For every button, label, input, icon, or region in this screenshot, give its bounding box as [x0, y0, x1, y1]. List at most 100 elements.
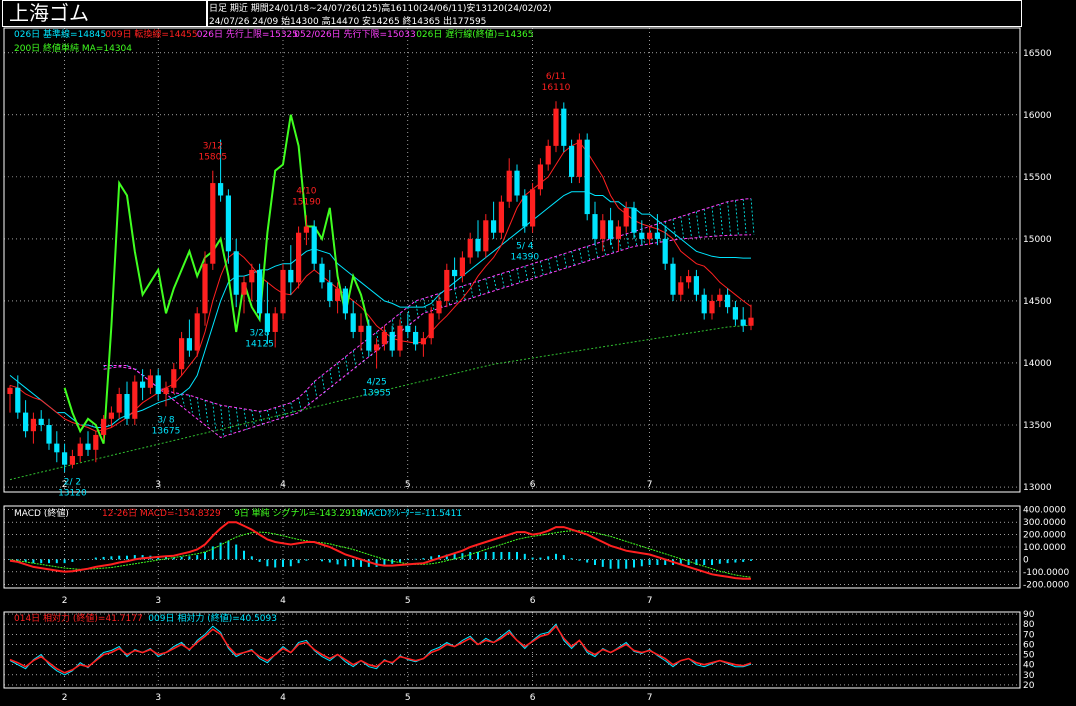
rsi-legend-0: 014日 相対力 (終値)=41.7177	[14, 612, 143, 624]
candle-body	[467, 238, 473, 258]
price-xtick-5: 5	[405, 480, 411, 490]
kumo-hatch	[696, 211, 700, 238]
kumo-hatch	[493, 276, 497, 292]
candle-body	[444, 269, 450, 301]
candle-body	[147, 375, 153, 388]
candle-body	[311, 226, 317, 264]
annotation-value-3: 14125	[245, 340, 274, 350]
annotation-value-7: 16110	[542, 83, 571, 93]
kumo-hatch	[313, 381, 318, 401]
candle-body	[740, 319, 746, 326]
candle-body	[202, 263, 208, 314]
candle-body	[725, 294, 731, 308]
kumo-hatch	[571, 251, 575, 267]
kumo-hatch	[352, 350, 357, 370]
candle-body	[608, 220, 614, 239]
kumo-hatch	[290, 402, 295, 416]
candle-body	[62, 452, 68, 465]
annotation-date-3: 3/28	[249, 329, 269, 339]
macd-ytick--200: -200.0000	[1023, 580, 1069, 590]
candle-body	[296, 232, 302, 283]
candle-body	[483, 220, 489, 252]
rsi-ytick-60: 60	[1023, 640, 1035, 650]
price-ytick-16000: 16000	[1023, 111, 1052, 121]
candle-body	[358, 325, 364, 332]
candle-body	[93, 434, 99, 450]
candle-body	[381, 331, 387, 345]
ichimoku-legend-3: 052/026日 先行下限=15033	[294, 28, 415, 40]
candle-body	[163, 387, 169, 394]
candle-body	[272, 313, 278, 332]
candle-body	[366, 325, 372, 351]
macd-xtick-4: 4	[280, 596, 286, 606]
kumo-hatch	[711, 206, 716, 237]
candle-body	[280, 269, 286, 314]
kumo-hatch	[220, 405, 224, 438]
kumo-hatch	[243, 408, 248, 431]
macd-ytick-300: 300.0000	[1023, 518, 1066, 528]
candle-body	[498, 201, 504, 233]
rsi14-line	[9, 624, 752, 674]
rsi-xtick-7: 7	[647, 693, 653, 703]
rsi-xtick-5: 5	[405, 693, 411, 703]
annotation-value-4: 15190	[292, 197, 321, 207]
price-ytick-15000: 15000	[1023, 235, 1052, 245]
candle-body	[701, 294, 707, 314]
candle-body	[686, 276, 692, 283]
rsi-xtick-2: 2	[62, 693, 68, 703]
kumo-hatch	[228, 406, 232, 435]
candle-body	[428, 313, 434, 339]
kumo-hatch	[594, 243, 599, 259]
candle-body	[514, 170, 520, 196]
rsi-ytick-70: 70	[1023, 630, 1035, 640]
annotation-value-2: 15805	[198, 153, 227, 163]
candle-body	[459, 257, 465, 277]
macd-legend-0: 12-26日 MACD=-154.8329	[102, 508, 221, 519]
candle-body	[452, 269, 458, 277]
kumo-hatch	[524, 266, 529, 282]
candle-body	[561, 108, 567, 146]
kumo-hatch	[485, 278, 490, 294]
ichimoku-legend-0: 026日 基準線=14845	[14, 28, 106, 40]
candle-body	[350, 313, 356, 332]
kumo-hatch	[345, 356, 349, 376]
candle-body	[475, 238, 481, 252]
candle-body	[600, 220, 606, 239]
macd-ytick-400: 400.0000	[1023, 506, 1066, 516]
candle-body	[171, 369, 177, 388]
candle-body	[15, 387, 21, 413]
candle-body	[101, 418, 107, 435]
annotation-date-0: 2/ 2	[64, 477, 81, 487]
kumo-hatch	[181, 393, 185, 407]
candle-body	[327, 282, 333, 301]
annotation-date-1: 3/ 8	[157, 415, 175, 425]
kumo-hatch	[555, 256, 560, 272]
kumo-hatch	[204, 400, 209, 426]
price-ytick-14000: 14000	[1023, 359, 1052, 369]
kumo-hatch	[212, 402, 217, 432]
macd-xtick-2: 2	[62, 596, 68, 606]
kumo-hatch	[321, 375, 326, 395]
kumo-hatch	[680, 216, 685, 239]
rsi-ytick-30: 30	[1023, 671, 1035, 681]
kumo-hatch	[625, 233, 630, 249]
candle-body	[155, 375, 161, 394]
candle-body	[545, 145, 551, 165]
annotation-value-5: 13955	[362, 389, 391, 399]
candle-body	[420, 338, 426, 345]
candle-body	[342, 288, 348, 314]
kumo-hatch	[540, 261, 544, 277]
price-ytick-15500: 15500	[1023, 173, 1052, 183]
candle-body	[241, 282, 247, 295]
candle-body	[54, 443, 60, 453]
candle-body	[389, 331, 395, 351]
candle-body	[140, 381, 146, 388]
ichimoku-legend-2: 026日 先行上限=15325	[197, 28, 298, 40]
candle-body	[732, 307, 738, 320]
annotation-value-1: 13675	[152, 426, 181, 436]
candle-body	[132, 381, 138, 419]
candle-body	[717, 294, 723, 301]
candle-body	[108, 412, 114, 419]
macd-ytick-200: 200.0000	[1023, 531, 1066, 541]
kumo-hatch	[742, 199, 747, 235]
